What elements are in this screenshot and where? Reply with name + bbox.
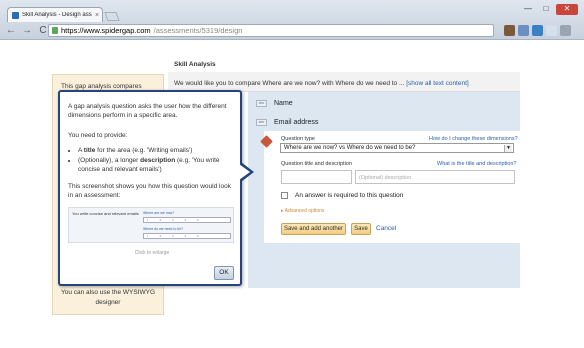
menu-icon[interactable] (560, 25, 571, 36)
new-tab-button[interactable] (104, 12, 120, 21)
compare-text: We would like you to compare Where are w… (174, 80, 405, 87)
favicon-icon (12, 11, 19, 19)
bird-icon[interactable] (532, 25, 543, 36)
save-button[interactable]: Save (351, 223, 371, 235)
popup-bullet-description: (Optionally), a longer description (e.g.… (78, 156, 228, 174)
help-intro-text: This gap analysis compares (61, 83, 142, 90)
extension-icon[interactable] (518, 25, 529, 36)
page-title: Skill Analysis (174, 61, 216, 68)
back-button[interactable]: ← (5, 25, 17, 37)
help-bottom-text: You can also use the WYSIWYG designer (52, 288, 164, 308)
thumbnail-dimension-1: Where are we now? (143, 211, 175, 215)
question-type-select[interactable]: Where are we now? vs Where do we need to… (280, 143, 514, 153)
title-description-help-link[interactable]: What is the title and description? (437, 161, 517, 167)
cancel-link[interactable]: Cancel (376, 225, 396, 232)
window-controls: — □ ✕ (520, 4, 578, 15)
extension-icon[interactable] (504, 25, 515, 36)
text-field-icon: abc (256, 99, 267, 107)
chevron-down-icon: ▼ (504, 145, 512, 152)
save-and-add-button[interactable]: Save and add another (281, 223, 346, 235)
browser-chrome: Skill Analysis - Design ass × — □ ✕ ← → … (0, 0, 584, 40)
thumbnail-dimension-2: Where do we need to be? (143, 227, 184, 231)
question-type-label: Question type (281, 136, 315, 142)
popup-intro: A gap analysis question asks the user ho… (68, 103, 227, 119)
help-bottom-line1: You can also use the WYSIWYG (60, 289, 156, 296)
url-path: /assessments/5319/design (153, 26, 243, 35)
popup-pointer-inner (239, 164, 250, 180)
field-label: Email address (274, 118, 319, 126)
address-bar[interactable]: https://www.spidergap.com/assessments/53… (48, 24, 494, 37)
field-row-email[interactable]: abc Email address (256, 114, 520, 130)
field-row-name[interactable]: abc Name (256, 95, 520, 111)
click-to-enlarge-text: Click to enlarge (134, 250, 170, 256)
thumbnail-question-label: You write concise and relevant emails (72, 211, 139, 216)
forward-button[interactable]: → (21, 25, 33, 37)
popup-need-label: You need to provide: (68, 132, 128, 139)
extension-icon[interactable] (546, 25, 557, 36)
extension-icons (504, 25, 571, 36)
field-label: Name (274, 99, 293, 107)
maximize-button[interactable]: □ (538, 4, 554, 15)
question-description-input[interactable]: (Optional) description (355, 170, 515, 184)
dimensions-help-link[interactable]: How do I change these dimensions? (429, 136, 518, 142)
tab-title: Skill Analysis - Design ass (22, 12, 92, 18)
help-popup: A gap analysis question asks the user ho… (58, 90, 242, 286)
popup-bullet-title: A title for the area (e.g. 'Writing emai… (78, 146, 228, 155)
lock-icon (52, 27, 58, 34)
close-window-button[interactable]: ✕ (556, 4, 578, 15)
browser-tab[interactable]: Skill Analysis - Design ass × (7, 7, 103, 22)
required-label: An answer is required to this question (295, 192, 404, 199)
compare-bar: We would like you to compare Where are w… (168, 72, 520, 92)
thumbnail-scale-1: 1 2 3 4 5 (143, 217, 231, 223)
ok-button[interactable]: OK (214, 266, 234, 280)
thumbnail-scale-2: 1 2 3 4 5 (143, 233, 231, 239)
help-bottom-line2: designer (95, 299, 121, 306)
advanced-options-link[interactable]: ▸ Advanced options (281, 208, 324, 214)
required-checkbox[interactable] (281, 192, 288, 199)
text-field-icon: abc (256, 118, 267, 126)
navigation-bar: ← → C https://www.spidergap.com/assessme… (0, 22, 584, 40)
title-description-label: Question title and description (281, 161, 352, 167)
example-screenshot-thumbnail[interactable]: You write concise and relevant emails Wh… (68, 207, 234, 243)
question-type-value: Where are we now? vs Where do we need to… (284, 145, 416, 151)
minimize-button[interactable]: — (520, 4, 536, 15)
show-all-link[interactable]: [show all text content] (406, 80, 469, 87)
popup-screenshot-text: This screenshot shows you how this quest… (68, 183, 231, 199)
popup-list: A title for the area (e.g. 'Writing emai… (78, 146, 228, 175)
question-title-input[interactable] (281, 170, 352, 184)
url-host: https://www.spidergap.com (61, 26, 151, 35)
tab-close-icon[interactable]: × (95, 12, 99, 19)
